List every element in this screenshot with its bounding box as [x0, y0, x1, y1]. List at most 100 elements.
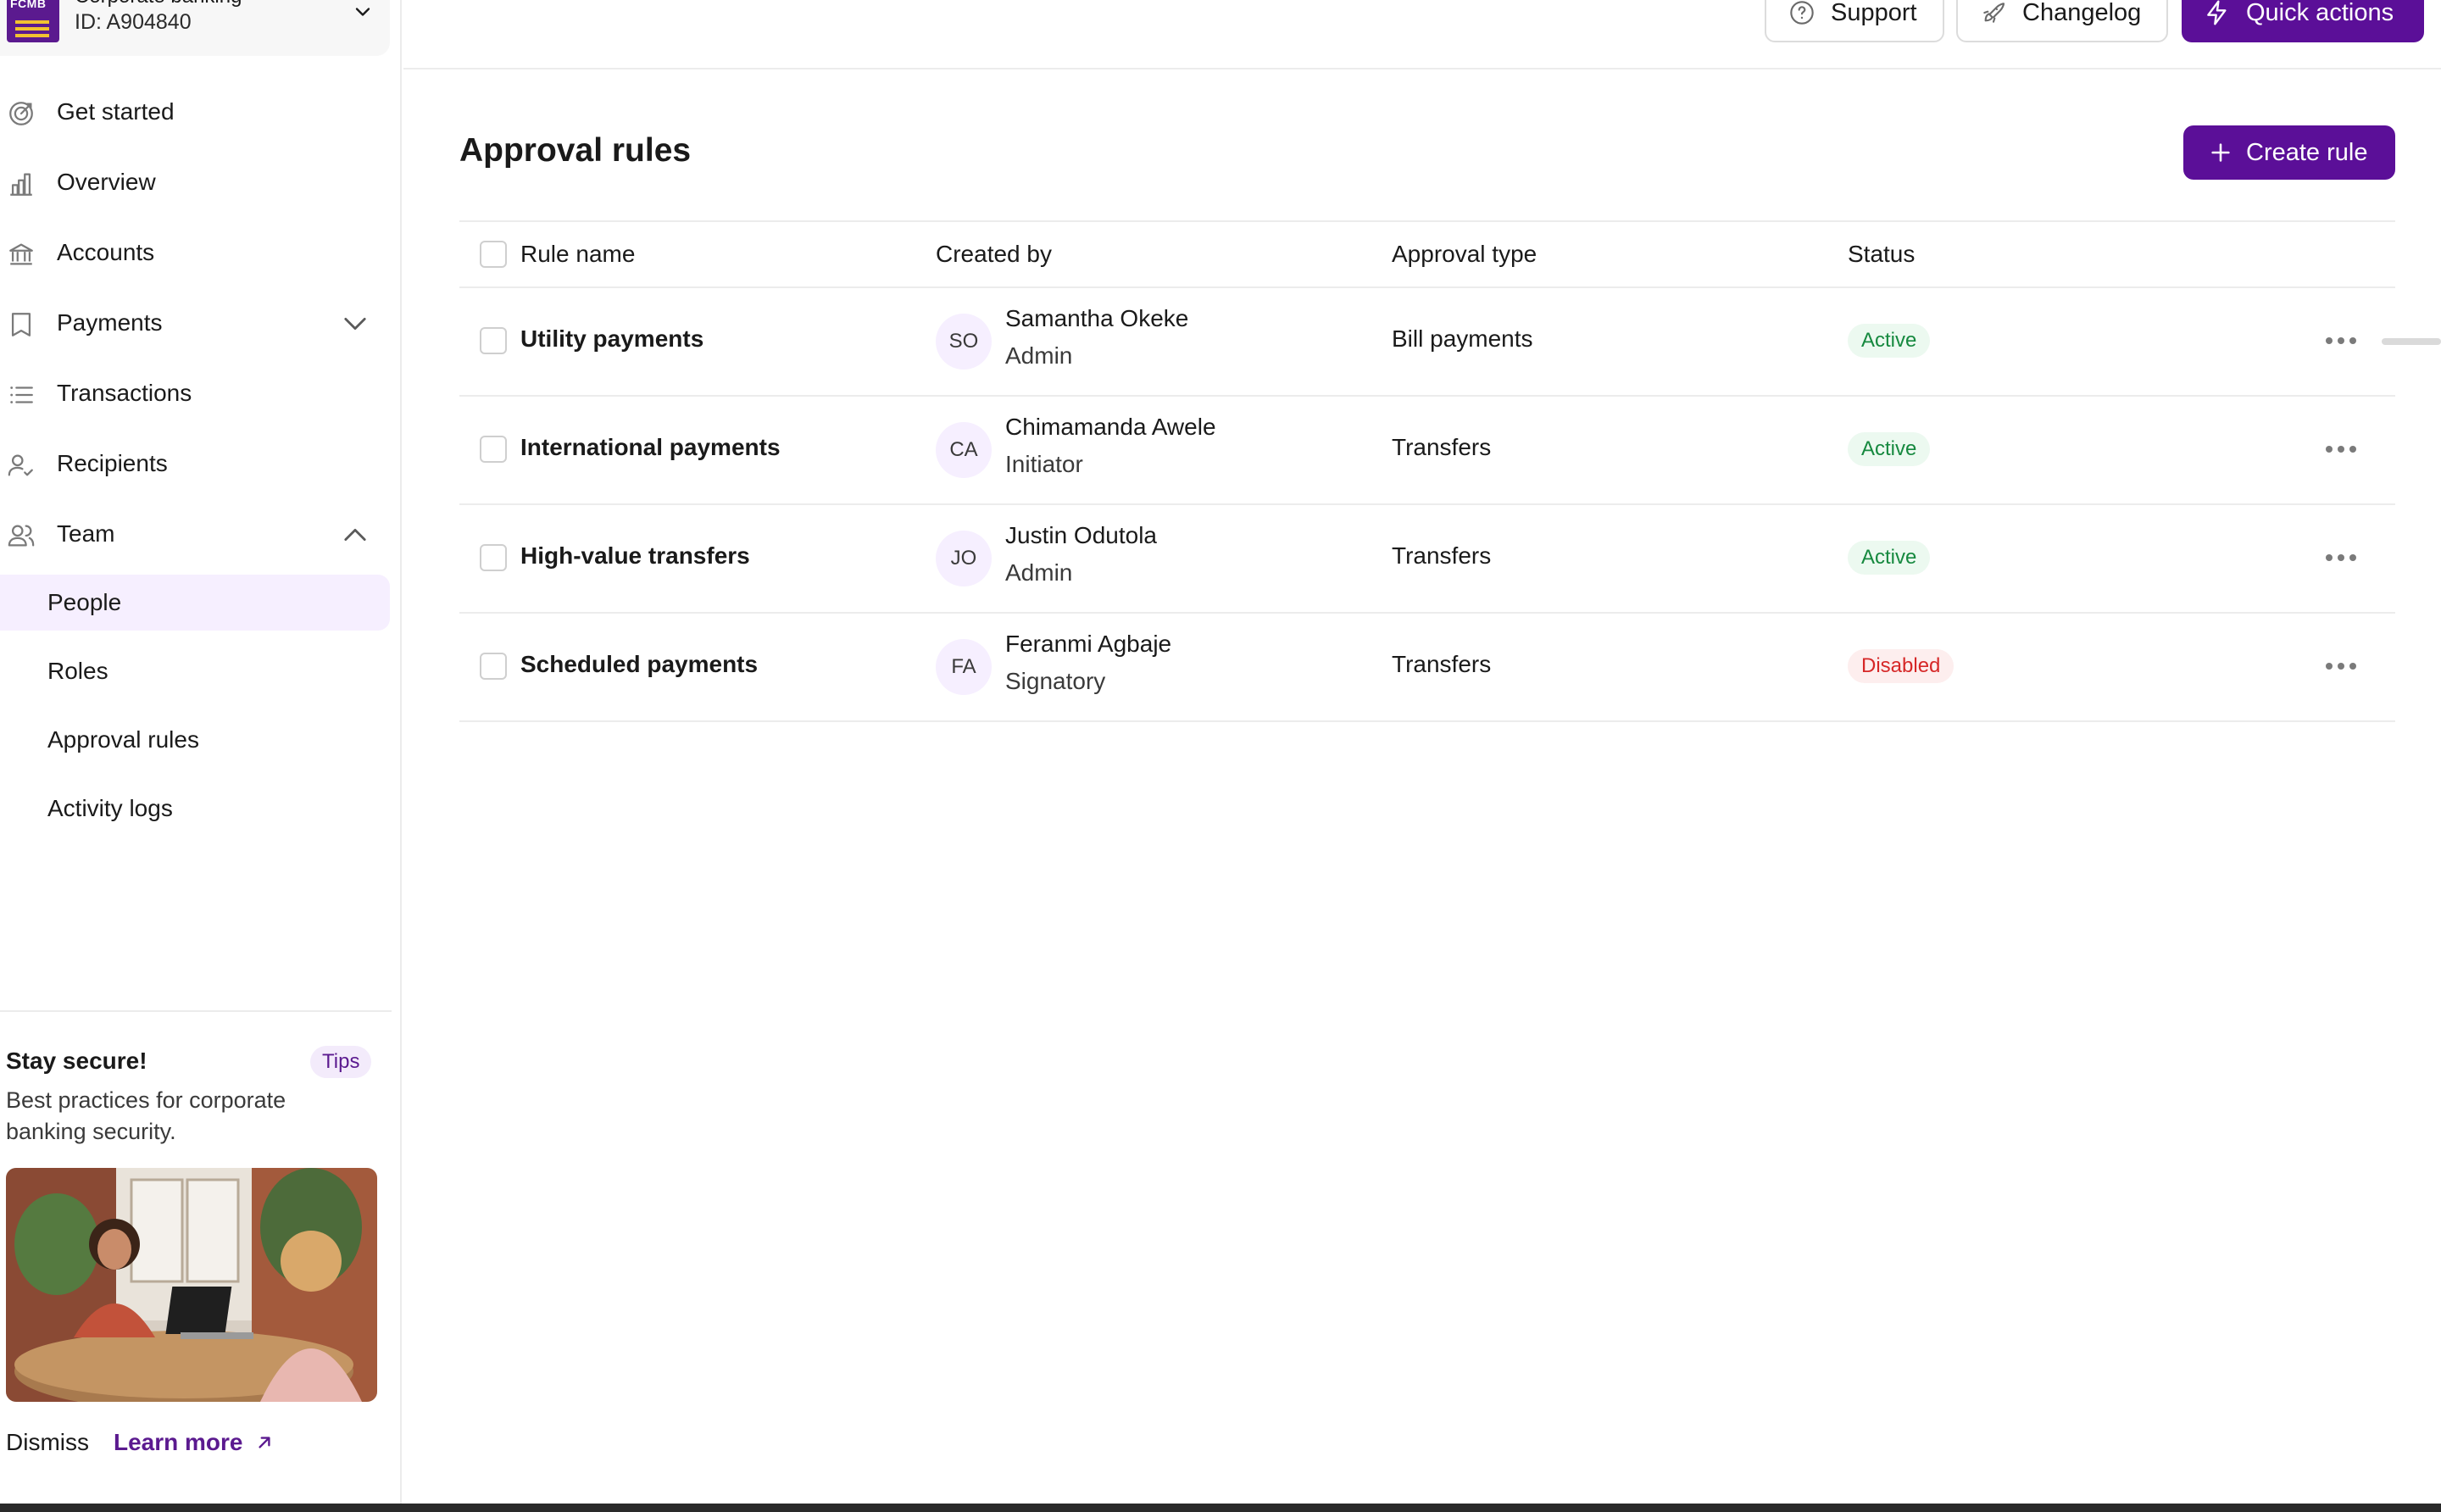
sidebar-divider [0, 1010, 392, 1012]
creator-name: Chimamanda Awele [1005, 414, 1216, 440]
table-row[interactable]: High-value transfers JO Justin Odutola A… [459, 505, 2395, 614]
table-row[interactable]: Utility payments SO Samantha Okeke Admin… [459, 288, 2395, 397]
list-icon [10, 386, 33, 403]
horizontal-scrollbar[interactable] [2382, 338, 2441, 345]
team-icon [8, 525, 35, 547]
avatar: FA [936, 639, 992, 695]
avatar: JO [936, 531, 992, 586]
nav-label: Transactions [57, 380, 192, 406]
creator-name: Feranmi Agbaje [1005, 631, 1172, 657]
creator-role: Admin [1005, 342, 1073, 369]
learn-more-label: Learn more [114, 1429, 243, 1455]
lightning-icon [2207, 0, 2227, 25]
support-button[interactable]: Support [1765, 0, 1944, 42]
avatar: CA [936, 422, 992, 478]
status-badge: Active [1848, 541, 1931, 575]
approval-type: Bill payments [1392, 325, 1533, 352]
approval-type: Transfers [1392, 542, 1492, 569]
quick-actions-label: Quick actions [2246, 0, 2394, 26]
select-all-checkbox[interactable] [480, 241, 507, 268]
logo-stripe [15, 34, 49, 37]
org-name: Corporate banking [75, 0, 242, 8]
chevron-up-icon[interactable] [341, 523, 370, 547]
nav-item-team[interactable]: Team [0, 509, 390, 559]
top-header: Support Changelog Quick actions [403, 0, 2441, 69]
org-logo-text: FCMB [10, 0, 47, 10]
row-checkbox[interactable] [480, 327, 507, 354]
create-rule-label: Create rule [2246, 138, 2368, 166]
avatar: SO [936, 314, 992, 370]
status-badge: Active [1848, 432, 1931, 466]
org-logo: FCMB [7, 0, 59, 42]
nav-label: Team [57, 520, 115, 547]
create-rule-button[interactable]: Create rule [2183, 125, 2395, 180]
column-header-approval-type[interactable]: Approval type [1392, 241, 1537, 268]
rule-name: International payments [520, 434, 781, 460]
creator-name: Samantha Okeke [1005, 305, 1189, 331]
column-header-created-by[interactable]: Created by [936, 241, 1052, 268]
column-header-rule-name[interactable]: Rule name [520, 241, 635, 268]
rule-name: Utility payments [520, 325, 704, 352]
plus-icon [2211, 143, 2230, 162]
arrow-up-right-icon [258, 1437, 270, 1448]
nav-label: Get started [57, 98, 175, 125]
sub-item-label: Approval rules [47, 726, 199, 753]
help-circle-icon [1790, 1, 1814, 25]
support-label: Support [1831, 0, 1917, 26]
nav-label: Overview [57, 169, 156, 195]
bar-chart-icon [10, 173, 32, 196]
table-header: Rule name Created by Approval type Statu… [459, 220, 2395, 288]
org-id: ID: A904840 [75, 10, 192, 34]
users-check-icon [8, 454, 33, 476]
more-options-icon[interactable] [2322, 329, 2360, 353]
tip-title: Stay secure! [6, 1048, 147, 1074]
nav-item-transactions[interactable]: Transactions [0, 368, 390, 419]
approval-rules-table: Rule name Created by Approval type Statu… [459, 220, 2395, 722]
tip-description: Best practices for corporate banking sec… [6, 1087, 286, 1144]
creator-role: Signatory [1005, 668, 1106, 694]
org-switcher[interactable]: FCMB Corporate banking ID: A904840 [0, 0, 390, 56]
column-header-status[interactable]: Status [1848, 241, 1915, 268]
nav-item-recipients[interactable]: Recipients [0, 438, 390, 489]
sub-item-label: People [47, 589, 122, 615]
dismiss-button[interactable]: Dismiss [6, 1429, 89, 1456]
changelog-button[interactable]: Changelog [1956, 0, 2168, 42]
creator-role: Initiator [1005, 451, 1083, 477]
chevron-down-icon[interactable] [351, 0, 375, 24]
row-checkbox[interactable] [480, 436, 507, 463]
window-bottom-edge [0, 1504, 2441, 1512]
sub-item-approval-rules[interactable]: Approval rules [0, 712, 390, 768]
row-checkbox[interactable] [480, 653, 507, 680]
sub-item-label: Activity logs [47, 795, 173, 821]
sub-item-label: Roles [47, 658, 108, 684]
chevron-down-icon[interactable] [341, 312, 370, 336]
target-icon [9, 102, 33, 125]
table-row[interactable]: International payments CA Chimamanda Awe… [459, 397, 2395, 505]
sub-item-people[interactable]: People [0, 575, 390, 631]
learn-more-link[interactable]: Learn more [114, 1429, 275, 1456]
tip-badge: Tips [310, 1046, 372, 1078]
nav-label: Payments [57, 309, 163, 336]
more-options-icon[interactable] [2322, 437, 2360, 461]
nav-label: Recipients [57, 450, 168, 476]
creator-name: Justin Odutola [1005, 522, 1157, 548]
quick-actions-button[interactable]: Quick actions [2182, 0, 2424, 42]
sidebar: FCMB Corporate banking ID: A904840 Get s… [0, 0, 402, 1504]
nav-item-overview[interactable]: Overview [0, 157, 390, 208]
approval-type: Transfers [1392, 434, 1492, 460]
logo-stripe [15, 20, 49, 24]
more-options-icon[interactable] [2322, 546, 2360, 570]
nav-label: Accounts [57, 239, 155, 265]
more-options-icon[interactable] [2322, 654, 2360, 678]
sub-item-activity-logs[interactable]: Activity logs [0, 781, 390, 837]
bank-icon [9, 243, 33, 265]
nav-item-get-started[interactable]: Get started [0, 86, 390, 137]
nav-item-accounts[interactable]: Accounts [0, 227, 390, 278]
sub-item-roles[interactable]: Roles [0, 643, 390, 699]
rule-name: High-value transfers [520, 542, 750, 569]
page-title: Approval rules [459, 132, 692, 169]
table-row[interactable]: Scheduled payments FA Feranmi Agbaje Sig… [459, 614, 2395, 722]
nav-item-payments[interactable]: Payments [0, 297, 390, 348]
changelog-label: Changelog [2022, 0, 2142, 26]
row-checkbox[interactable] [480, 544, 507, 571]
